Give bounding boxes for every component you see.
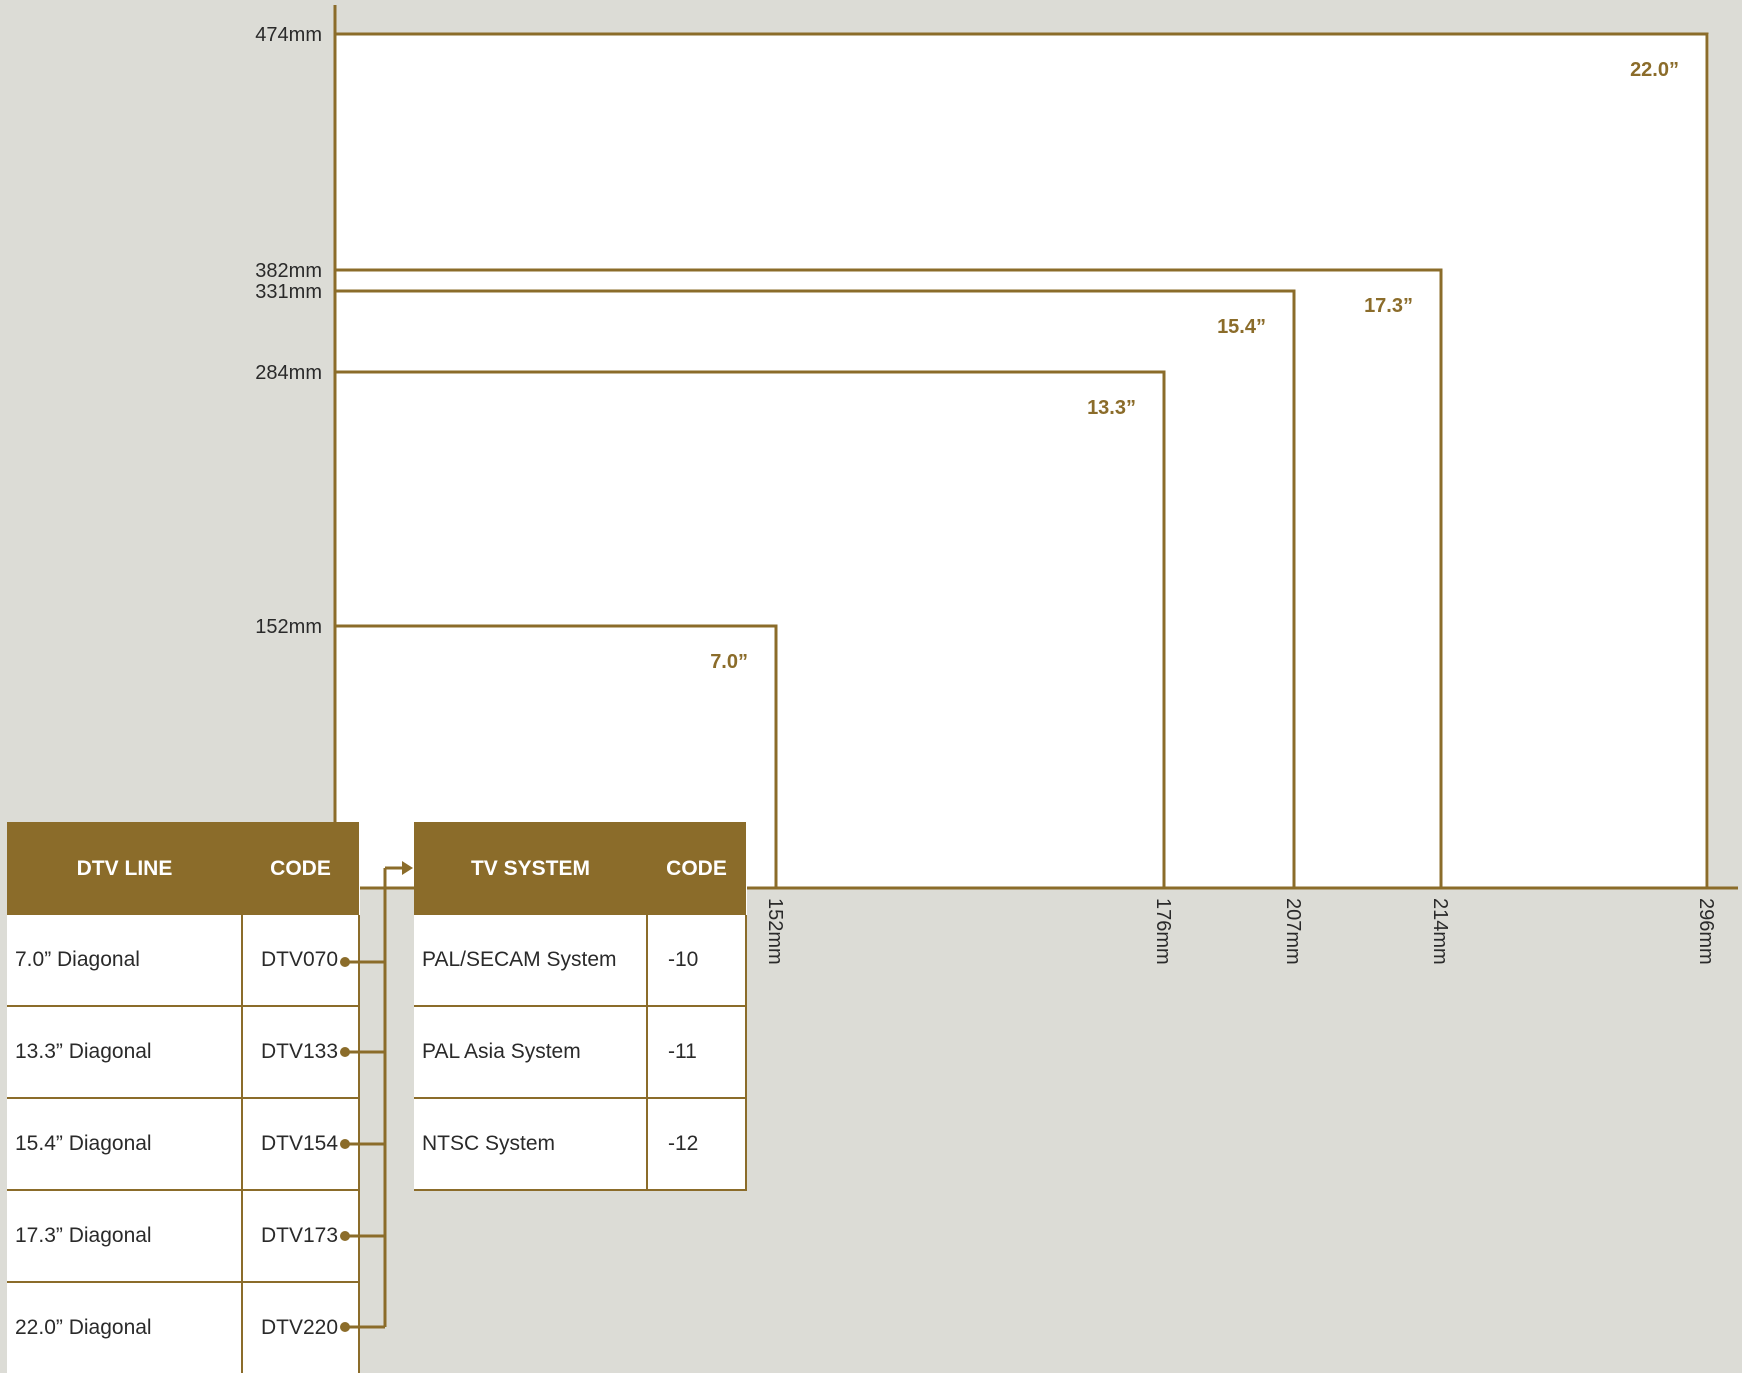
screen-size-label: 22.0” [1630,59,1679,81]
table-row: 17.3” Diagonal DTV173 [7,1190,360,1283]
y-tick-label: 474mm [255,24,322,46]
tv-system-cell: PAL/SECAM System [414,915,648,1007]
tv-system-cell: NTSC System [414,1098,648,1191]
screen-size-label: 7.0” [710,651,748,673]
table-row: NTSC System -12 [414,1098,747,1191]
y-tick-label: 152mm [255,616,322,638]
dtv-code-cell: DTV133 [242,1006,360,1099]
x-tick-label: 214mm [1429,898,1451,965]
dtv-line-header: DTV LINE [7,822,242,915]
tv-code-cell: -12 [647,1098,747,1191]
tv-system-header: TV SYSTEM [414,822,647,915]
tv-system-table: TV SYSTEM CODE PAL/SECAM System -10 PAL … [414,822,747,1191]
dtv-line-table: DTV LINE CODE 7.0” Diagonal DTV070 13.3”… [7,822,360,1373]
table-row: PAL Asia System -11 [414,1006,747,1099]
dtv-line-cell: 17.3” Diagonal [7,1190,243,1283]
x-tick-label: 176mm [1152,898,1174,965]
dtv-code-cell: DTV220 [242,1282,360,1373]
y-tick-label: 284mm [255,362,322,384]
tv-code-header: CODE [647,822,746,915]
screen-size-label: 15.4” [1217,316,1266,338]
table-row: 22.0” Diagonal DTV220 [7,1282,360,1373]
y-tick-label: 331mm [255,281,322,303]
x-tick-label: 207mm [1282,898,1304,965]
screen-size-label: 13.3” [1087,397,1136,419]
table-row: PAL/SECAM System -10 [414,915,747,1007]
y-tick-label: 382mm [255,260,322,282]
dtv-line-cell: 7.0” Diagonal [7,915,243,1007]
x-tick-label: 152mm [764,898,786,965]
dtv-line-cell: 13.3” Diagonal [7,1006,243,1099]
diagram-panel [335,34,1709,888]
tv-system-cell: PAL Asia System [414,1006,648,1099]
dtv-code-cell: DTV070 [242,915,360,1007]
tv-code-cell: -11 [647,1006,747,1099]
dtv-code-header: CODE [242,822,359,915]
screen-size-label: 17.3” [1364,295,1413,317]
dtv-line-cell: 15.4” Diagonal [7,1098,243,1191]
dtv-code-cell: DTV154 [242,1098,360,1191]
dtv-code-cell: DTV173 [242,1190,360,1283]
table-row: 13.3” Diagonal DTV133 [7,1006,360,1099]
table-row: 7.0” Diagonal DTV070 [7,915,360,1007]
tv-code-cell: -10 [647,915,747,1007]
x-tick-label: 296mm [1695,898,1717,965]
table-row: 15.4” Diagonal DTV154 [7,1098,360,1191]
dtv-line-cell: 22.0” Diagonal [7,1282,243,1373]
